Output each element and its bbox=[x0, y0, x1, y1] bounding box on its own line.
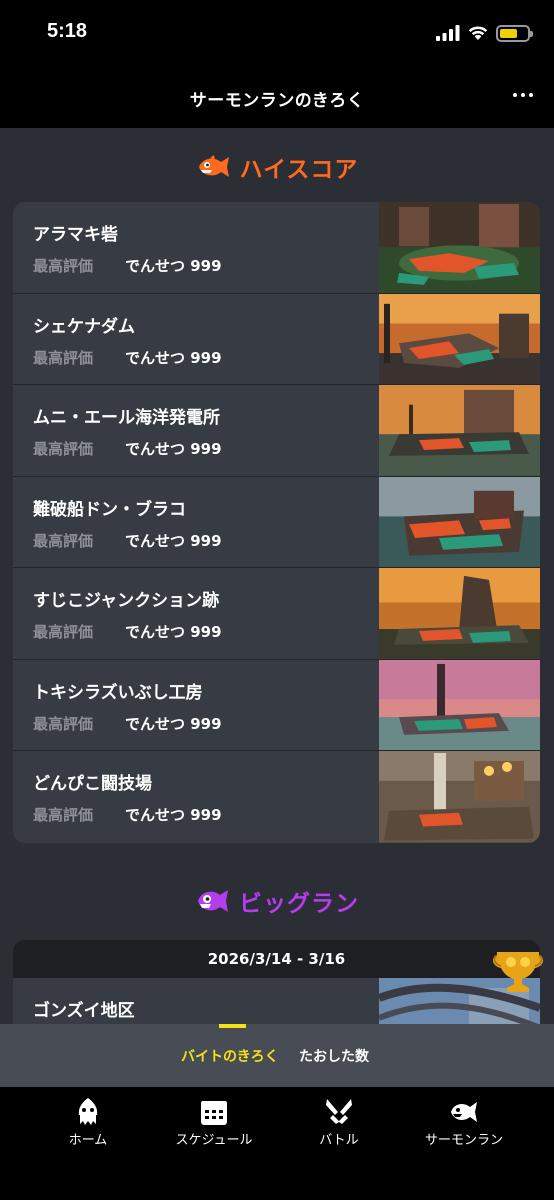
grade-label: 最高評価 bbox=[33, 531, 94, 550]
nav-label: ホーム bbox=[68, 1132, 108, 1147]
grade-value: でんせつ 999 bbox=[125, 806, 222, 825]
more-dot-icon bbox=[529, 93, 533, 97]
stage-grade: 最高評価 でんせつ 999 bbox=[33, 804, 222, 825]
status-icons bbox=[436, 24, 533, 42]
stage-grade: 最高評価 でんせつ 999 bbox=[33, 255, 222, 276]
calendar-icon bbox=[201, 1101, 227, 1125]
squid-icon bbox=[78, 1098, 98, 1125]
grade-label: 最高評価 bbox=[33, 714, 94, 733]
stage-name: どんぴこ闘技場 bbox=[33, 774, 152, 795]
more-options-button[interactable] bbox=[508, 80, 538, 110]
stage-thumbnail bbox=[379, 202, 540, 293]
nav-item-salmon-run[interactable]: サーモンラン bbox=[409, 1097, 519, 1148]
big-run-date-bar: 2026/3/14 - 3/16 bbox=[13, 940, 540, 978]
app-header: サーモンランのきろく bbox=[0, 66, 554, 128]
stage-name: すじこジャンクション跡 bbox=[33, 591, 220, 612]
stage-row[interactable]: ムニ・エール海洋発電所 最高評価 でんせつ 999 bbox=[13, 385, 540, 477]
tab-defeated-count[interactable]: たおした数 bbox=[299, 1046, 369, 1066]
nav-label: サーモンラン bbox=[424, 1132, 503, 1147]
grade-label: 最高評価 bbox=[33, 257, 94, 275]
big-run-title: ビッグラン bbox=[239, 891, 359, 917]
page-title: サーモンランのきろく bbox=[189, 91, 365, 111]
stage-row[interactable]: アラマキ砦 最高評価 でんせつ 999 bbox=[13, 202, 540, 294]
big-run-stage-name: ゴンズイ地区 bbox=[33, 1001, 135, 1021]
salmon-icon bbox=[451, 1102, 477, 1122]
grade-value: でんせつ 999 bbox=[125, 440, 222, 459]
stage-name: アラマキ砦 bbox=[33, 225, 118, 245]
nav-item-battle[interactable]: バトル bbox=[284, 1097, 394, 1148]
salmonid-icon bbox=[198, 155, 229, 177]
grade-label: 最高評価 bbox=[33, 623, 94, 642]
grade-value: でんせつ 999 bbox=[125, 257, 222, 275]
stage-thumbnail bbox=[379, 568, 540, 659]
big-run-heading: ビッグラン bbox=[0, 884, 554, 918]
stage-grade: 最高評価 でんせつ 999 bbox=[33, 438, 222, 459]
grade-label: 最高評価 bbox=[33, 806, 94, 825]
nav-item-home[interactable]: ホーム bbox=[33, 1097, 143, 1148]
high-score-title: ハイスコア bbox=[239, 157, 359, 183]
high-score-stage-list: アラマキ砦 最高評価 でんせつ 999 シェケナダム 最高評価 でんせつ 999 bbox=[13, 202, 540, 843]
grade-value: でんせつ 999 bbox=[125, 714, 222, 733]
stage-row[interactable]: 難破船ドン・ブラコ 最高評価 でんせつ 999 bbox=[13, 476, 540, 569]
active-tab-indicator bbox=[219, 1024, 246, 1028]
stage-thumbnail bbox=[379, 751, 540, 843]
tab-shift-records[interactable]: バイトのきろく bbox=[181, 1046, 279, 1066]
stage-row[interactable]: すじこジャンクション跡 最高評価 でんせつ 999 bbox=[13, 568, 540, 660]
grade-value: でんせつ 999 bbox=[125, 623, 222, 642]
grade-label: 最高評価 bbox=[33, 348, 94, 367]
big-run-date: 2026/3/14 - 3/16 bbox=[207, 950, 346, 968]
battle-icon bbox=[326, 1099, 352, 1124]
stage-grade: 最高評価 でんせつ 999 bbox=[33, 347, 222, 368]
stage-thumbnail bbox=[379, 659, 540, 751]
wifi-icon bbox=[468, 26, 488, 40]
stage-name: ムニ・エール海洋発電所 bbox=[33, 408, 220, 429]
status-time: 5:18 bbox=[47, 20, 88, 42]
stage-grade: 最高評価 でんせつ 999 bbox=[33, 621, 222, 642]
records-content[interactable]: ハイスコア アラマキ砦 最高評価 でんせつ 999 シェケナダム 最高評価 でん… bbox=[0, 128, 554, 1024]
battery-icon bbox=[496, 24, 533, 42]
big-run-card[interactable]: 2026/3/14 - 3/16 ゴンズイ地区 bbox=[13, 940, 540, 1024]
nav-label: バトル bbox=[319, 1132, 359, 1147]
stage-grade: 最高評価 でんせつ 999 bbox=[33, 530, 222, 551]
stage-thumbnail bbox=[379, 293, 540, 385]
status-bar: 5:18 bbox=[0, 0, 554, 66]
stage-row[interactable]: どんぴこ闘技場 最高評価 でんせつ 999 bbox=[13, 751, 540, 843]
more-dot-icon bbox=[513, 93, 517, 97]
bottom-navigation: ホーム スケジュール バトル サーモンラン bbox=[0, 1087, 554, 1200]
stage-name: トキシラズいぶし工房 bbox=[33, 682, 203, 703]
signal-icon bbox=[436, 25, 460, 41]
grade-label: 最高評価 bbox=[33, 440, 94, 459]
stage-grade: 最高評価 でんせつ 999 bbox=[33, 713, 222, 734]
more-dot-icon bbox=[521, 93, 525, 97]
big-run-salmonid-icon bbox=[198, 890, 228, 912]
record-sub-tabs: バイトのきろく たおした数 bbox=[0, 1024, 554, 1087]
nav-label: スケジュール bbox=[175, 1132, 253, 1147]
grade-value: でんせつ 999 bbox=[125, 531, 222, 550]
stage-thumbnail bbox=[379, 385, 540, 476]
stage-row[interactable]: シェケナダム 最高評価 でんせつ 999 bbox=[13, 293, 540, 386]
nav-item-schedule[interactable]: スケジュール bbox=[159, 1097, 269, 1148]
stage-name: 難破船ドン・ブラコ bbox=[33, 499, 186, 520]
stage-name: シェケナダム bbox=[33, 316, 135, 337]
grade-value: でんせつ 999 bbox=[125, 348, 222, 367]
stage-row[interactable]: トキシラズいぶし工房 最高評価 でんせつ 999 bbox=[13, 659, 540, 752]
trophy-icon bbox=[492, 952, 544, 992]
stage-thumbnail bbox=[379, 476, 540, 568]
high-score-heading: ハイスコア bbox=[0, 150, 554, 184]
